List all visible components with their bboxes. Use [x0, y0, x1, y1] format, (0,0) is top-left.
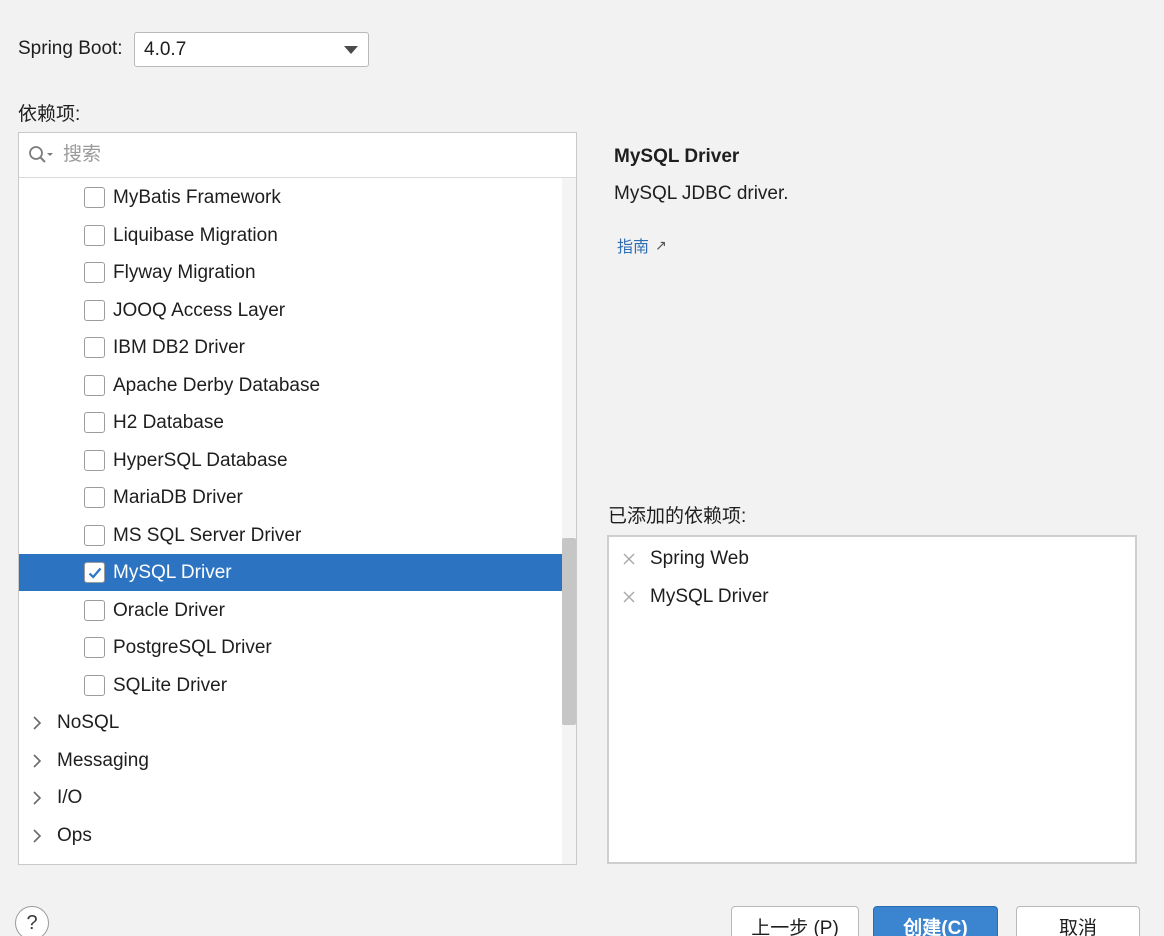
chevron-right-icon[interactable] [31, 790, 43, 806]
remove-icon[interactable] [621, 589, 637, 605]
dependency-item[interactable]: Apache Derby Database [19, 367, 576, 404]
tree-scrollbar-track[interactable] [562, 178, 576, 864]
chevron-right-icon[interactable] [31, 753, 43, 769]
search-icon[interactable] [28, 145, 54, 165]
dependency-category-label: Ops [57, 825, 92, 846]
dependency-item-label: Oracle Driver [113, 600, 225, 621]
dependency-item-label: MariaDB Driver [113, 487, 243, 508]
dependency-category[interactable]: Ops [19, 817, 576, 854]
dependency-item[interactable]: Flyway Migration [19, 254, 576, 291]
detail-title: MySQL Driver [614, 146, 740, 167]
spring-boot-label: Spring Boot: [18, 38, 123, 59]
dependency-item[interactable]: MyBatis Framework [19, 179, 576, 216]
dependency-category[interactable]: I/O [19, 779, 576, 816]
dependency-item[interactable]: HyperSQL Database [19, 442, 576, 479]
dependency-item[interactable]: Oracle Driver [19, 592, 576, 629]
dependency-item-label: HyperSQL Database [113, 450, 288, 471]
dependency-checkbox[interactable] [84, 637, 105, 658]
added-dependencies-list: Spring Web MySQL Driver [607, 535, 1137, 864]
dependency-category-label: Messaging [57, 750, 149, 771]
dependency-category-label: NoSQL [57, 712, 120, 733]
cancel-button[interactable]: 取消 [1016, 906, 1140, 936]
dependency-checkbox[interactable] [84, 412, 105, 433]
spring-boot-version-value: 4.0.7 [144, 38, 187, 60]
dependency-item[interactable]: IBM DB2 Driver [19, 329, 576, 366]
help-button[interactable]: ? [15, 906, 49, 936]
dependency-item-label: MyBatis Framework [113, 187, 281, 208]
added-dependency-label: Spring Web [650, 548, 749, 569]
chevron-right-icon[interactable] [31, 715, 43, 731]
dependency-checkbox[interactable] [84, 337, 105, 358]
previous-button[interactable]: 上一步 (P) [731, 906, 859, 936]
dependency-category[interactable]: Messaging [19, 742, 576, 779]
dependency-checkbox[interactable] [84, 450, 105, 471]
dependency-checkbox[interactable] [84, 262, 105, 283]
detail-description: MySQL JDBC driver. [614, 183, 789, 204]
dependency-item[interactable]: MS SQL Server Driver [19, 517, 576, 554]
dependency-item[interactable]: H2 Database [19, 404, 576, 441]
dependency-item-label: MySQL Driver [113, 562, 232, 583]
create-button[interactable]: 创建(C) [873, 906, 998, 936]
dependency-checkbox[interactable] [84, 375, 105, 396]
dependency-checkbox[interactable] [84, 675, 105, 696]
dependency-checkbox[interactable] [84, 300, 105, 321]
guide-link-label: 指南 [617, 239, 650, 256]
dependency-item-label: H2 Database [113, 412, 224, 433]
dependency-checkbox[interactable] [84, 187, 105, 208]
dependency-checkbox[interactable] [84, 225, 105, 246]
dependency-item-label: PostgreSQL Driver [113, 637, 272, 658]
dependency-checkbox[interactable] [84, 562, 105, 583]
dependency-item-label: Flyway Migration [113, 262, 256, 283]
dependency-item[interactable]: SQLite Driver [19, 667, 576, 704]
dependency-item[interactable]: JOOQ Access Layer [19, 292, 576, 329]
added-dependency-label: MySQL Driver [650, 586, 769, 607]
checkmark-icon [88, 567, 102, 579]
dependency-item-label: IBM DB2 Driver [113, 337, 245, 358]
tree-scrollbar-thumb[interactable] [562, 538, 576, 725]
dependency-item[interactable]: MySQL Driver [19, 554, 576, 591]
dependency-item-label: Apache Derby Database [113, 375, 321, 396]
dropdown-caret-icon [344, 46, 358, 54]
dependency-category[interactable]: NoSQL [19, 704, 576, 741]
dependency-checkbox[interactable] [84, 487, 105, 508]
dependency-item-label: Liquibase Migration [113, 225, 278, 246]
dependency-category-label: I/O [57, 787, 83, 808]
search-input[interactable] [63, 141, 563, 169]
dependency-item[interactable]: MariaDB Driver [19, 479, 576, 516]
dependency-item-label: MS SQL Server Driver [113, 525, 302, 546]
spring-boot-version-select[interactable]: 4.0.7 [134, 32, 369, 67]
added-dependency-item: MySQL Driver [621, 582, 769, 612]
dependency-item-label: JOOQ Access Layer [113, 300, 286, 321]
remove-icon[interactable] [621, 551, 637, 567]
dependency-item[interactable]: PostgreSQL Driver [19, 629, 576, 666]
search-bar [19, 133, 576, 178]
chevron-right-icon[interactable] [31, 828, 43, 844]
guide-link[interactable]: 指南 ↗ [617, 233, 667, 257]
dependency-item[interactable]: Liquibase Migration [19, 217, 576, 254]
dependency-tree-panel: MyBatis Framework Liquibase Migration Flyw… [18, 132, 577, 865]
dependency-item-label: SQLite Driver [113, 675, 228, 696]
dependency-checkbox[interactable] [84, 600, 105, 621]
added-dependencies-label: 已添加的依赖项: [608, 506, 747, 527]
added-dependency-item: Spring Web [621, 544, 749, 574]
dependency-checkbox[interactable] [84, 525, 105, 546]
dependencies-label: 依赖项: [18, 104, 81, 125]
external-link-icon: ↗ [655, 236, 667, 253]
